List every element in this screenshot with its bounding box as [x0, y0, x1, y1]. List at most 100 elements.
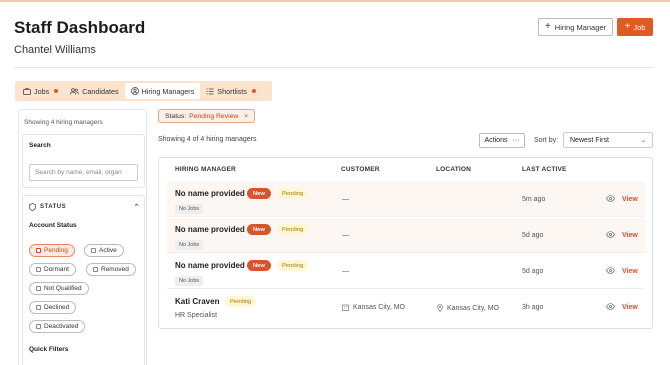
more-dots-icon: ···	[512, 137, 520, 144]
manager-name: No name provided	[175, 261, 245, 270]
view-link[interactable]: View	[622, 196, 638, 203]
customer-name: Kansas City, MO	[353, 304, 405, 311]
customer-cell: —	[342, 268, 349, 275]
table-row[interactable]: No name provided New Pending No Jobs — 5…	[167, 218, 645, 253]
checkbox-icon	[36, 305, 41, 310]
eye-icon[interactable]	[606, 267, 615, 274]
new-badge: New	[247, 188, 271, 199]
manager-title: HR Specialist	[175, 312, 218, 319]
last-active-cell: 5m ago	[522, 196, 546, 203]
add-job-label: Job	[633, 22, 646, 32]
notification-dot	[54, 89, 59, 93]
add-hiring-manager-button[interactable]: + Hiring Manager	[538, 18, 613, 36]
no-jobs-badge: No Jobs	[175, 204, 204, 214]
table-row[interactable]: No name provided New Pending No Jobs — 5…	[167, 182, 645, 217]
view-link[interactable]: View	[622, 304, 638, 311]
checkbox-icon	[36, 324, 41, 329]
status-chip-dormant[interactable]: Dormant	[29, 263, 76, 276]
status-badge: Pending	[277, 188, 309, 199]
chevron-down-icon: ⌄	[640, 137, 646, 144]
status-chip-label: Pending	[44, 247, 68, 254]
column-header[interactable]: LOCATION	[436, 166, 471, 173]
column-header[interactable]: CUSTOMER	[341, 166, 380, 173]
location-cell: Kansas City, MO	[437, 304, 499, 312]
status-chip-pending[interactable]: Pending	[29, 244, 75, 257]
tab-shortlists[interactable]: Shortlists	[200, 83, 262, 99]
add-hiring-manager-label: Hiring Manager	[554, 22, 607, 32]
status-chip-active[interactable]: Active	[84, 244, 124, 257]
status-badge: Pending	[277, 260, 309, 271]
tab-hiring-managers[interactable]: Hiring Managers	[124, 83, 201, 99]
header-divider	[14, 67, 654, 68]
shield-icon	[29, 203, 36, 211]
status-chip-not-qualified[interactable]: Not Qualified	[29, 282, 89, 295]
location-text: Kansas City, MO	[447, 304, 499, 312]
actions-button[interactable]: Actions ···	[479, 133, 525, 148]
notification-dot	[251, 89, 256, 93]
table-row[interactable]: No name provided New Pending No Jobs — 5…	[167, 254, 645, 289]
account-status-label: Account Status	[29, 222, 77, 229]
customer-cell: —	[342, 196, 349, 203]
status-chip-label: Dormant	[44, 266, 69, 273]
status-chip-removed[interactable]: Removed	[86, 263, 136, 276]
tab-jobs-label: Jobs	[34, 86, 50, 96]
search-label: Search	[29, 142, 51, 149]
hiring-managers-table: HIRING MANAGER CUSTOMER LOCATION LAST AC…	[158, 157, 653, 329]
status-badge: Pending	[225, 296, 257, 307]
customer-cell: —	[342, 232, 349, 239]
sort-select[interactable]: Newest First ⌄	[563, 132, 653, 148]
column-header[interactable]: LAST ACTIVE	[522, 166, 567, 173]
actions-label: Actions	[484, 137, 508, 144]
page-title: Staff Dashboard	[14, 18, 146, 37]
status-chip-declined[interactable]: Declined	[29, 301, 77, 314]
status-chip-label: Not Qualified	[44, 285, 82, 292]
status-heading: STATUS	[40, 204, 67, 210]
last-active-cell: 5d ago	[522, 232, 544, 239]
manager-name: Kati Craven	[175, 297, 220, 306]
status-chip-deactivated[interactable]: Deactivated	[29, 320, 86, 333]
search-input[interactable]: Search by name, email, organ	[29, 164, 138, 181]
manager-name: No name provided	[175, 189, 245, 198]
new-badge: New	[247, 260, 271, 271]
customer-cell: Kansas City, MO	[342, 304, 405, 311]
eye-icon[interactable]	[606, 231, 615, 238]
plus-icon: +	[624, 21, 631, 32]
view-link[interactable]: View	[622, 268, 638, 275]
column-header[interactable]: HIRING MANAGER	[175, 166, 236, 173]
filter-sidebar: Showing 4 hiring managers Search Search …	[18, 109, 147, 365]
list-icon	[206, 88, 214, 94]
last-active-cell: 3h ago	[522, 304, 544, 311]
tab-hiring-managers-label: Hiring Managers	[141, 86, 195, 96]
eye-icon[interactable]	[606, 195, 615, 202]
user-circle-icon	[130, 87, 139, 95]
no-jobs-badge: No Jobs	[175, 240, 204, 250]
user-name: Chantel Williams	[14, 44, 96, 56]
search-panel: Search Search by name, email, organ	[22, 134, 145, 188]
sidebar-count: Showing 4 hiring managers	[24, 119, 103, 126]
status-badge: Pending	[277, 224, 309, 235]
tab-bar: Jobs Candidates Hiring Managers Shortlis…	[15, 81, 272, 101]
add-job-button[interactable]: + Job	[617, 18, 653, 36]
status-section-toggle[interactable]: STATUS ⌃	[29, 203, 140, 211]
sort-label: Sort by:	[534, 137, 559, 144]
briefcase-icon	[23, 87, 31, 95]
checkbox-icon	[93, 267, 98, 272]
no-jobs-badge: No Jobs	[175, 276, 204, 286]
eye-icon[interactable]	[606, 303, 615, 310]
view-link[interactable]: View	[622, 232, 638, 239]
filter-value: Pending Review	[189, 112, 239, 120]
remove-filter-button[interactable]: ×	[244, 113, 248, 120]
table-row[interactable]: Kati Craven Pending HR Specialist Kansas…	[167, 290, 645, 325]
checkbox-icon	[36, 286, 41, 291]
tab-candidates[interactable]: Candidates	[64, 83, 124, 99]
checkbox-icon	[36, 267, 41, 272]
status-panel: STATUS ⌃ Account Status Pending Active D…	[22, 195, 145, 365]
status-chip-label: Declined	[44, 304, 70, 311]
results-count: Showing 4 of 4 hiring managers	[158, 136, 257, 143]
checkbox-icon	[91, 248, 96, 253]
checkbox-icon	[36, 248, 41, 253]
chevron-up-icon: ⌃	[133, 204, 140, 211]
status-chip-label: Deactivated	[44, 323, 79, 330]
tab-jobs[interactable]: Jobs	[17, 83, 64, 99]
filter-label: Status:	[165, 112, 187, 120]
